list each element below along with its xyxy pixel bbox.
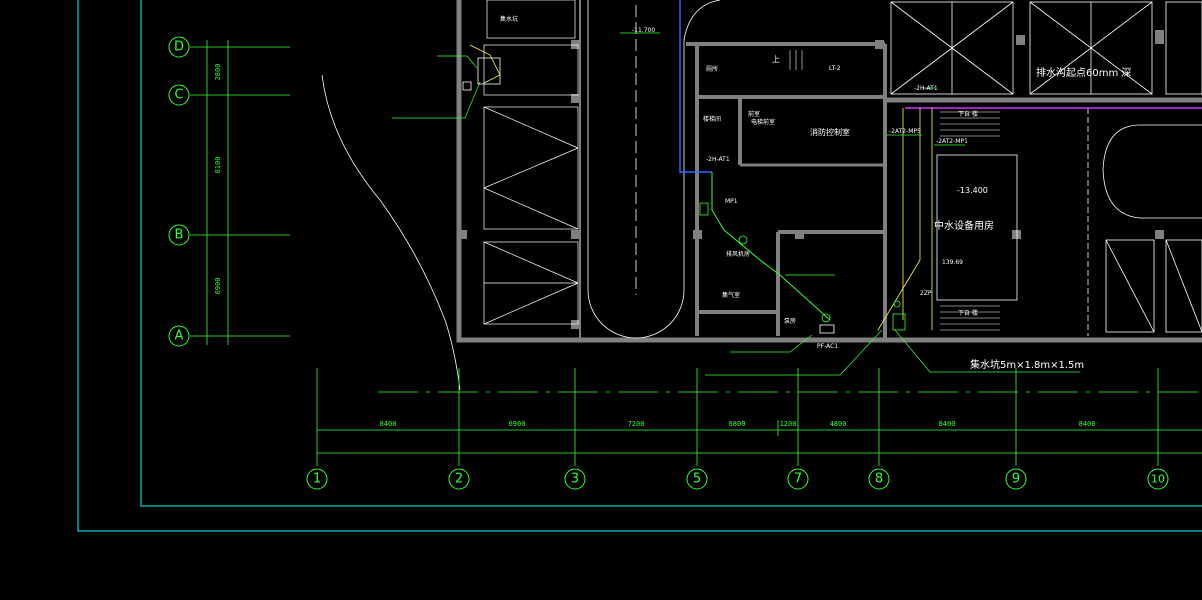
bay-dim-5-7a: 6800 (729, 420, 746, 428)
ramp (587, 0, 721, 339)
elevator-lobby-label: 电梯前室 (751, 118, 775, 126)
room-area-label: 139.69 (942, 259, 963, 266)
room-labels: 集水坑5m×1.8m×1.5m 排水沟起点60mm 深 中水设备用房 -13.4… (500, 15, 1131, 371)
stair-label: 楼梯间 (703, 115, 721, 123)
pipe-note-1: -2H-AT1 (706, 156, 730, 163)
room-elevation-label: -13.400 (957, 186, 988, 195)
stair-down-label-lower: 下自 楼 (958, 309, 978, 317)
equipment-tanks (890, 1, 1202, 336)
horizontal-axis-bubbles (168, 36, 190, 347)
toilet-label: 厕所 (706, 65, 718, 73)
cad-drawing-canvas[interactable]: 1 2 3 5 7 8 9 10 D C B A 8400 6900 7200 … (0, 0, 1202, 600)
axis-label-C: C (174, 88, 183, 103)
axis-label-3: 3 (571, 472, 579, 487)
row-dim-C-B: 8100 (214, 157, 222, 174)
bay-dim-2-3: 6900 (509, 420, 526, 428)
pump-room-label: 泵房 (784, 317, 796, 325)
parking-stalls (483, 0, 579, 325)
axis-label-D: D (174, 40, 184, 55)
bay-dim-3-5: 7200 (628, 420, 645, 428)
reclaimed-water-room-label: 中水设备用房 (934, 219, 994, 232)
axis-label-10: 10 (1151, 473, 1165, 486)
building-walls (456, 0, 1202, 343)
mp1-label: MP1 (725, 198, 738, 205)
bay-dim-5-7b: 1200 (780, 420, 797, 428)
pipe-note-3: -2AT2-MP1 (936, 138, 968, 145)
pf-label: PF-AC1 (817, 343, 838, 350)
vertical-axis-lines (316, 368, 1202, 466)
bay-dimension-labels: 8400 6900 7200 6800 1200 4800 8400 8400 (380, 420, 1096, 428)
axis-label-2: 2 (455, 472, 463, 487)
axis-label-8: 8 (875, 472, 883, 487)
drawing-frame (77, 0, 1202, 532)
vertical-axis-labels: 1 2 3 5 7 8 9 10 (313, 472, 1165, 487)
stair-down-label-upper: 下自 楼 (958, 110, 978, 118)
front-room-label: 前室 (748, 110, 760, 118)
vertical-axis-bubbles (306, 468, 1169, 490)
axis-label-B: B (175, 228, 184, 243)
pipe-2zp-label: 2ZP (920, 290, 932, 297)
axis-label-7: 7 (794, 472, 802, 487)
bay-dim-7-8: 4800 (830, 420, 847, 428)
gas-room-label: 集气室 (722, 291, 740, 299)
pipe-note-2: -2AT2-MP5 (889, 128, 921, 135)
small-sump-label: 集水坑 (500, 15, 518, 23)
axis-label-9: 9 (1012, 472, 1020, 487)
fan-room-label: 排风机房 (726, 250, 750, 258)
bay-dim-9-10: 8400 (1079, 420, 1096, 428)
drain-channel-label: 排水沟起点60mm 深 (1036, 66, 1131, 79)
lift-label: LT-2 (829, 65, 841, 72)
row-dim-D-C: 2800 (214, 64, 222, 81)
horizontal-axis-lines (190, 40, 290, 345)
sump-pit-label: 集水坑5m×1.8m×1.5m (970, 358, 1084, 371)
pipe-note-4: -2H-AT1 (914, 85, 938, 92)
bay-dim-1-2: 8400 (380, 420, 397, 428)
axis-label-1: 1 (313, 472, 321, 487)
row-dim-B-A: 6900 (214, 278, 222, 295)
axis-label-A: A (175, 329, 184, 344)
stair-up-label: 上 (772, 55, 780, 64)
bay-dim-8-9: 8400 (939, 420, 956, 428)
row-dimension-labels: 2800 8100 6900 (214, 64, 222, 295)
fire-control-room-label: 消防控制室 (810, 127, 850, 137)
ramp-elevation-label: -11.700 (632, 27, 655, 34)
axis-label-5: 5 (693, 472, 701, 487)
site-boundary (321, 74, 461, 391)
